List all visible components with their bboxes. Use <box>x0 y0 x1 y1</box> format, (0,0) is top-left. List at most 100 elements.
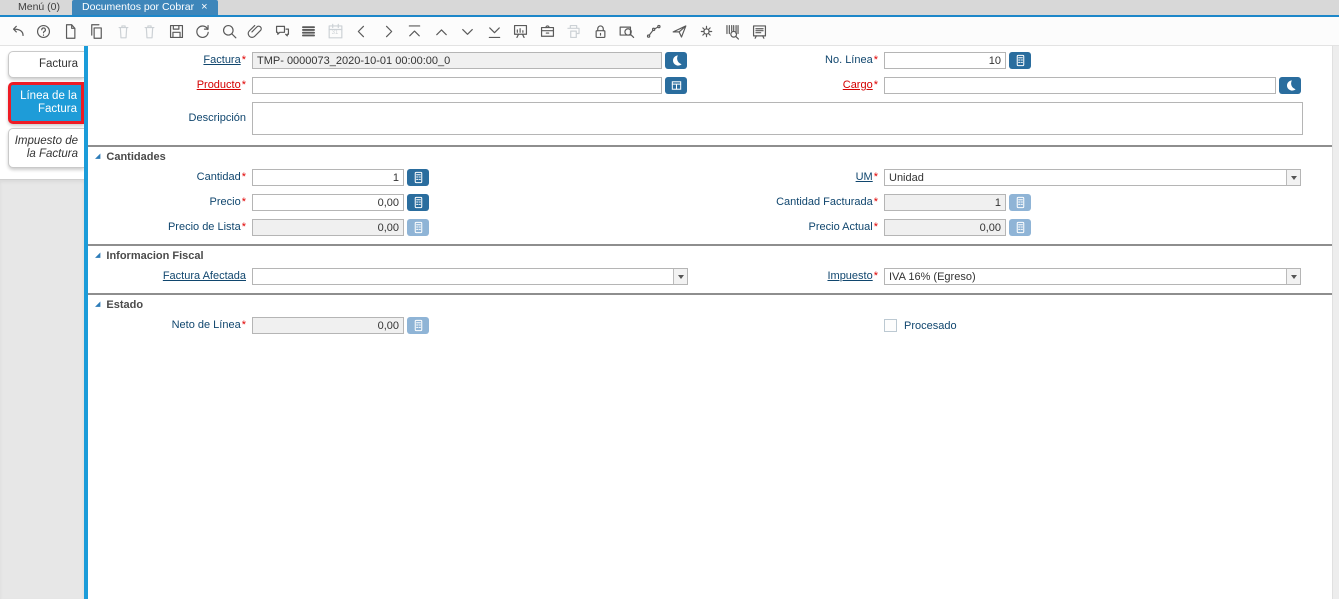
precio-actual-input <box>884 219 1006 236</box>
product-search-icon <box>671 81 681 90</box>
find-button[interactable] <box>219 21 239 41</box>
undo-button[interactable] <box>7 21 27 41</box>
cargo-label[interactable]: Cargo <box>843 79 873 91</box>
factura-afectada-value[interactable] <box>253 269 673 284</box>
producto-label[interactable]: Producto <box>197 79 241 91</box>
producto-input[interactable] <box>252 77 662 94</box>
archive-icon <box>540 24 554 37</box>
first-record-icon <box>408 24 421 36</box>
impuesto-select[interactable] <box>884 268 1301 285</box>
cantidad-input[interactable] <box>252 169 404 186</box>
last-record-icon <box>488 26 500 38</box>
required-mark: * <box>873 171 878 183</box>
precio-de-lista-input <box>252 219 404 236</box>
tab-menu[interactable]: Menú (0) <box>8 0 70 15</box>
um-select[interactable] <box>884 169 1301 186</box>
lock-button[interactable] <box>590 21 610 41</box>
help-icon <box>36 24 51 38</box>
um-label[interactable]: UM <box>856 171 873 183</box>
chat-button[interactable] <box>272 21 292 41</box>
vertical-scrollbar[interactable] <box>1332 46 1339 599</box>
detail-record-button[interactable] <box>378 21 398 41</box>
archive-button[interactable] <box>537 21 557 41</box>
cargo-record-button[interactable] <box>1279 77 1301 94</box>
collapse-triangle-icon: ◢ <box>95 252 101 259</box>
precio-calculator-button[interactable] <box>407 194 429 211</box>
required-mark: * <box>241 54 246 66</box>
tab-menu-label: Menú (0) <box>18 1 61 13</box>
parent-record-button[interactable] <box>352 21 372 41</box>
calculator-icon <box>414 221 422 234</box>
previous-record-button[interactable] <box>431 21 451 41</box>
save-button[interactable] <box>166 21 186 41</box>
chat-icon <box>275 25 289 36</box>
no-linea-label: No. Línea <box>825 54 873 66</box>
section-informacion-fiscal-header[interactable]: ◢ Informacion Fiscal <box>88 246 1339 268</box>
descripcion-textarea[interactable] <box>252 102 1303 135</box>
workflow-button[interactable] <box>643 21 663 41</box>
window-tab-bar: Menú (0) Documentos por Cobrar × <box>0 0 1339 17</box>
impuesto-value[interactable] <box>885 269 1286 284</box>
impuesto-dropdown-button[interactable] <box>1286 269 1300 284</box>
procesado-label: Procesado <box>904 319 957 332</box>
copy-record-button[interactable] <box>87 21 107 41</box>
product-info-button[interactable] <box>723 21 743 41</box>
next-record-icon <box>462 28 473 35</box>
close-icon[interactable]: × <box>201 0 207 15</box>
grid-toggle-button[interactable] <box>299 21 319 41</box>
delete-selection-icon <box>144 24 155 38</box>
new-record-button[interactable] <box>60 21 80 41</box>
chevron-down-icon <box>1290 275 1297 282</box>
factura-afectada-label[interactable]: Factura Afectada <box>163 270 246 282</box>
delete-selection-button <box>140 21 160 41</box>
no-linea-input[interactable] <box>884 52 1006 69</box>
factura-label[interactable]: Factura <box>203 54 240 66</box>
procesado-checkbox[interactable] <box>884 319 897 332</box>
calculator-icon <box>414 319 422 332</box>
required-mark: * <box>241 319 246 331</box>
report-button[interactable] <box>511 21 531 41</box>
tab-documentos-por-cobrar[interactable]: Documentos por Cobrar × <box>72 0 218 15</box>
cantidad-calculator-button[interactable] <box>407 169 429 186</box>
delete-record-button <box>113 21 133 41</box>
producto-search-button[interactable] <box>665 77 687 94</box>
zoom-across-button[interactable] <box>617 21 637 41</box>
no-linea-calculator-button[interactable] <box>1009 52 1031 69</box>
factura-record-button[interactable] <box>665 52 687 69</box>
sidebar-tab-impuesto-label: Impuesto de la Factura <box>14 135 78 160</box>
impuesto-label[interactable]: Impuesto <box>827 270 872 282</box>
required-mark: * <box>873 196 878 208</box>
process-button[interactable] <box>696 21 716 41</box>
refresh-icon <box>196 24 209 38</box>
factura-afectada-select[interactable] <box>252 268 688 285</box>
cargo-input[interactable] <box>884 77 1276 94</box>
requests-button[interactable] <box>670 21 690 41</box>
precio-actual-calculator-button <box>1009 219 1031 236</box>
um-value[interactable] <box>885 170 1286 185</box>
required-mark: * <box>873 221 878 233</box>
um-dropdown-button[interactable] <box>1286 170 1300 185</box>
attachment-button[interactable] <box>246 21 266 41</box>
calendar-button: 31 <box>325 21 345 41</box>
section-cantidades-header[interactable]: ◢ Cantidades <box>88 147 1339 169</box>
first-record-button[interactable] <box>405 21 425 41</box>
chevron-down-icon <box>677 275 684 282</box>
factura-input[interactable] <box>252 52 662 69</box>
calculator-icon <box>414 196 422 209</box>
sidebar-tab-factura[interactable]: Factura <box>8 51 84 78</box>
factura-afectada-dropdown-button[interactable] <box>673 269 687 284</box>
help-button[interactable] <box>34 21 54 41</box>
sidebar-background <box>0 179 84 599</box>
refresh-button[interactable] <box>193 21 213 41</box>
required-mark: * <box>873 270 878 282</box>
precio-input[interactable] <box>252 194 404 211</box>
parent-record-icon <box>357 25 365 37</box>
quick-form-button[interactable] <box>749 21 769 41</box>
next-record-button[interactable] <box>458 21 478 41</box>
sidebar-tab-impuesto-de-la-factura[interactable]: Impuesto de la Factura <box>8 128 84 168</box>
last-record-button[interactable] <box>484 21 504 41</box>
sidebar-tab-linea-de-la-factura[interactable]: Línea de la Factura <box>8 82 84 124</box>
sidebar: Factura Línea de la Factura Impuesto de … <box>0 46 84 599</box>
calculator-icon <box>1016 196 1024 209</box>
section-estado-header[interactable]: ◢ Estado <box>88 295 1339 317</box>
